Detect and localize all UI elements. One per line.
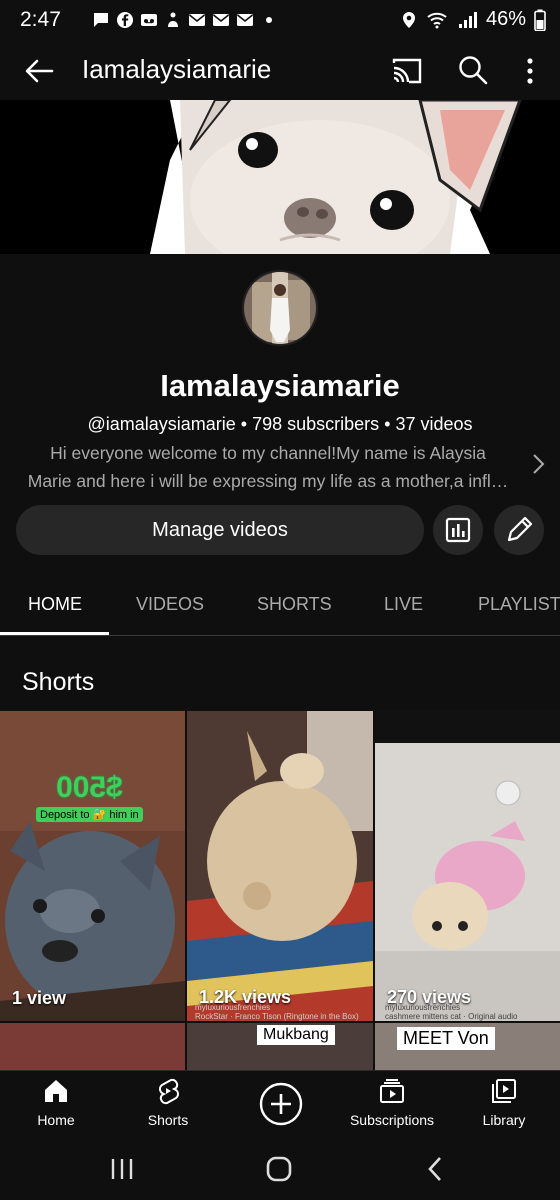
nav-label: Library [482,1112,526,1128]
mail-icon [189,14,205,26]
nav-home[interactable]: Home [1,1077,111,1128]
more-vert-icon[interactable] [518,54,542,88]
dot-icon [266,17,272,23]
short-caption: MEET Von [397,1027,495,1050]
back-button-icon[interactable] [421,1154,451,1184]
chevron-right-icon[interactable] [528,452,548,476]
wifi-icon [427,12,447,28]
mail-icon [213,14,229,26]
mail-icon [237,14,253,26]
cast-icon[interactable] [390,54,424,88]
short-card[interactable]: $500 Deposit to 🔐 him in 1 view [0,711,185,1021]
shorts-icon [159,1078,179,1105]
channel-banner [0,100,560,254]
nav-shorts[interactable]: Shorts [113,1077,223,1128]
short-views: 270 views [387,987,472,1007]
active-tab-indicator [0,632,109,635]
back-arrow-icon[interactable] [22,54,56,88]
short-views: 1 view [12,988,67,1008]
status-bar: 2:47 46% [0,0,560,42]
description-line-2: Marie and here i will be expressing my l… [27,471,509,491]
home-icon [45,1080,67,1102]
short-thumbnail [0,711,185,1021]
bottom-navigation: Home Shorts Subscriptions Library [0,1070,560,1138]
nav-subscriptions[interactable]: Subscriptions [337,1077,447,1128]
status-time: 2:47 [20,8,61,31]
signal-icon [458,11,477,28]
app-icon [168,12,178,27]
tab-videos[interactable]: VIDEOS [136,594,204,615]
short-overlay-text: Deposit to 🔐 him in [36,807,143,822]
analytics-icon [445,517,471,543]
avatar-image [244,272,316,344]
channel-description[interactable]: Hi everyone welcome to my channel!My nam… [16,439,520,495]
tab-live[interactable]: LIVE [384,594,423,615]
subscriptions-icon [380,1079,404,1103]
status-right: 46% [400,8,546,31]
search-icon[interactable] [456,53,490,87]
nav-library[interactable]: Library [449,1077,559,1128]
app-bar-title: Iamalaysiamarie [82,54,272,84]
short-overlay-amount: $500 [56,771,123,804]
message-icon [94,13,108,27]
short-card[interactable]: myluxuriousfrenchies RockStar · Franco T… [187,711,373,1021]
battery-percent: 46% [485,8,526,30]
manage-videos-button[interactable]: Manage videos [16,505,424,555]
create-icon[interactable] [258,1081,304,1127]
shorts-section-title: Shorts [22,668,95,696]
tab-shorts[interactable]: SHORTS [257,594,332,615]
nav-label: Shorts [147,1112,189,1128]
channel-tabs: HOME VIDEOS SHORTS LIVE PLAYLIST [0,574,560,636]
channel-avatar[interactable] [242,270,318,346]
banner-dog-image [0,100,560,254]
short-card[interactable]: myluxuriousfrenchies cashmere mittens ca… [375,711,560,1021]
location-icon [402,11,415,28]
short-thumbnail [187,711,373,1021]
tab-playlists[interactable]: PLAYLIST [478,594,560,615]
channel-name: Iamalaysiamarie [160,368,400,403]
facebook-icon [117,12,133,28]
home-button-icon[interactable] [264,1154,294,1184]
voicemail-icon [141,14,157,26]
short-credit-line: RockStar · Franco Tison (Ringtone in the… [195,1012,359,1021]
nav-label: Subscriptions [349,1112,435,1128]
pencil-icon [507,516,533,542]
short-thumbnail [375,711,560,1021]
analytics-button[interactable] [433,505,483,555]
library-icon [492,1079,516,1103]
recent-apps-icon[interactable] [107,1154,137,1184]
description-line-1: Hi everyone welcome to my channel!My nam… [50,443,486,463]
app-bar: Iamalaysiamarie [0,42,560,100]
system-navigation [0,1138,560,1200]
battery-icon [534,9,546,31]
tab-home[interactable]: HOME [28,594,82,615]
short-caption: Mukbang [257,1025,335,1045]
short-credit-line: cashmere mittens cat · Original audio [385,1012,518,1021]
short-views: 1.2K views [199,987,292,1007]
nav-label: Home [37,1112,75,1128]
channel-handle-stats: @iamalaysiamarie • 798 subscribers • 37 … [87,414,473,434]
notification-icons [92,11,278,29]
edit-channel-button[interactable] [494,505,544,555]
